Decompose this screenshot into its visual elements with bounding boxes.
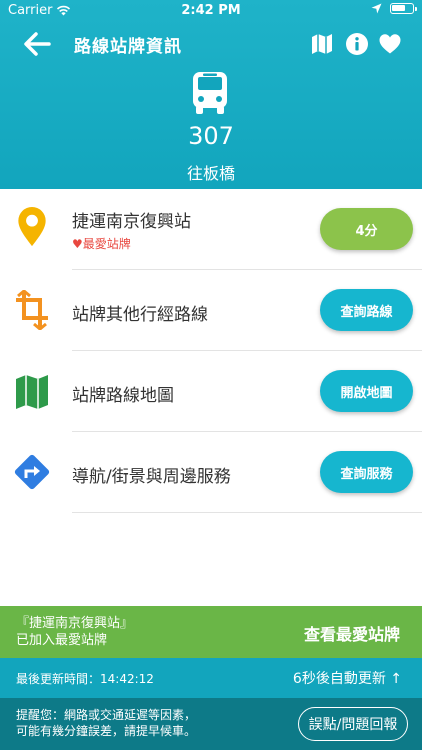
notice-bar: 提醒您：網路或交通延遲等因素， 可能有幾分鐘誤差，請提早候車。 誤點/問題回報 xyxy=(0,698,422,750)
location-arrow-icon xyxy=(371,3,382,14)
query-services-button[interactable]: 查詢服務 xyxy=(320,451,413,493)
row-divider xyxy=(72,512,422,513)
action-label: 站牌其他行經路線 xyxy=(72,305,208,325)
notice-line: 提醒您：網路或交通延遲等因素， xyxy=(16,708,197,722)
info-icon[interactable] xyxy=(345,32,369,56)
favorite-added-banner: 『捷運南京復興站』 已加入最愛站牌 查看最愛站牌 xyxy=(0,606,422,658)
status-time: 2:42 PM xyxy=(181,3,241,18)
action-row-routes[interactable]: 站牌其他行經路線 查詢路線 xyxy=(0,270,422,351)
stop-row[interactable]: 捷運南京復興站 ♥最愛站牌 4分 xyxy=(0,189,422,270)
page-title: 路線站牌資訊 xyxy=(74,37,182,57)
favorite-stop-name: 『捷運南京復興站』 xyxy=(16,616,134,631)
nav-bar: 路線站牌資訊 xyxy=(0,24,422,64)
favorite-added-text: 已加入最愛站牌 xyxy=(16,633,108,648)
query-routes-button[interactable]: 查詢路線 xyxy=(320,289,413,331)
status-bar: Carrier 2:42 PM xyxy=(0,0,422,22)
open-map-button[interactable]: 開啟地圖 xyxy=(320,370,413,412)
folded-map-icon xyxy=(16,375,48,409)
route-direction: 往板橋 xyxy=(186,164,235,183)
header: Carrier 2:42 PM 路線站牌資訊 307 往板橋 xyxy=(0,0,422,189)
crop-icon xyxy=(16,290,48,330)
last-updated-time: 最後更新時間：14:42:12 xyxy=(16,672,154,686)
report-problem-button[interactable]: 誤點/問題回報 xyxy=(298,707,408,741)
location-pin-icon xyxy=(18,207,46,247)
map-icon[interactable] xyxy=(310,32,334,56)
stop-name: 捷運南京復興站 xyxy=(72,212,191,232)
favorite-stop-label: ♥最愛站牌 xyxy=(72,237,131,251)
heart-icon[interactable] xyxy=(378,32,402,56)
status-indicators xyxy=(371,3,417,14)
bus-icon xyxy=(193,72,227,114)
auto-refresh-countdown[interactable]: 6秒後自動更新 ↑ xyxy=(293,668,402,688)
directions-icon xyxy=(14,454,50,490)
action-label: 導航/街景與周邊服務 xyxy=(72,467,231,487)
battery-icon xyxy=(390,3,417,14)
route-number: 307 xyxy=(188,122,234,150)
favorite-added-message: 『捷運南京復興站』 已加入最愛站牌 xyxy=(16,615,133,649)
delay-notice: 提醒您：網路或交通延遲等因素， 可能有幾分鐘誤差，請提早候車。 xyxy=(16,707,196,739)
update-status-bar: 最後更新時間：14:42:12 6秒後自動更新 ↑ xyxy=(0,658,422,698)
action-row-map[interactable]: 站牌路線地圖 開啟地圖 xyxy=(0,351,422,432)
back-arrow-icon[interactable] xyxy=(22,30,52,58)
action-label: 站牌路線地圖 xyxy=(72,386,174,406)
action-row-navigation[interactable]: 導航/街景與周邊服務 查詢服務 xyxy=(0,432,422,513)
eta-button[interactable]: 4分 xyxy=(320,208,413,250)
view-favorites-link[interactable]: 查看最愛站牌 xyxy=(304,621,400,645)
notice-line: 可能有幾分鐘誤差，請提早候車。 xyxy=(16,724,197,738)
